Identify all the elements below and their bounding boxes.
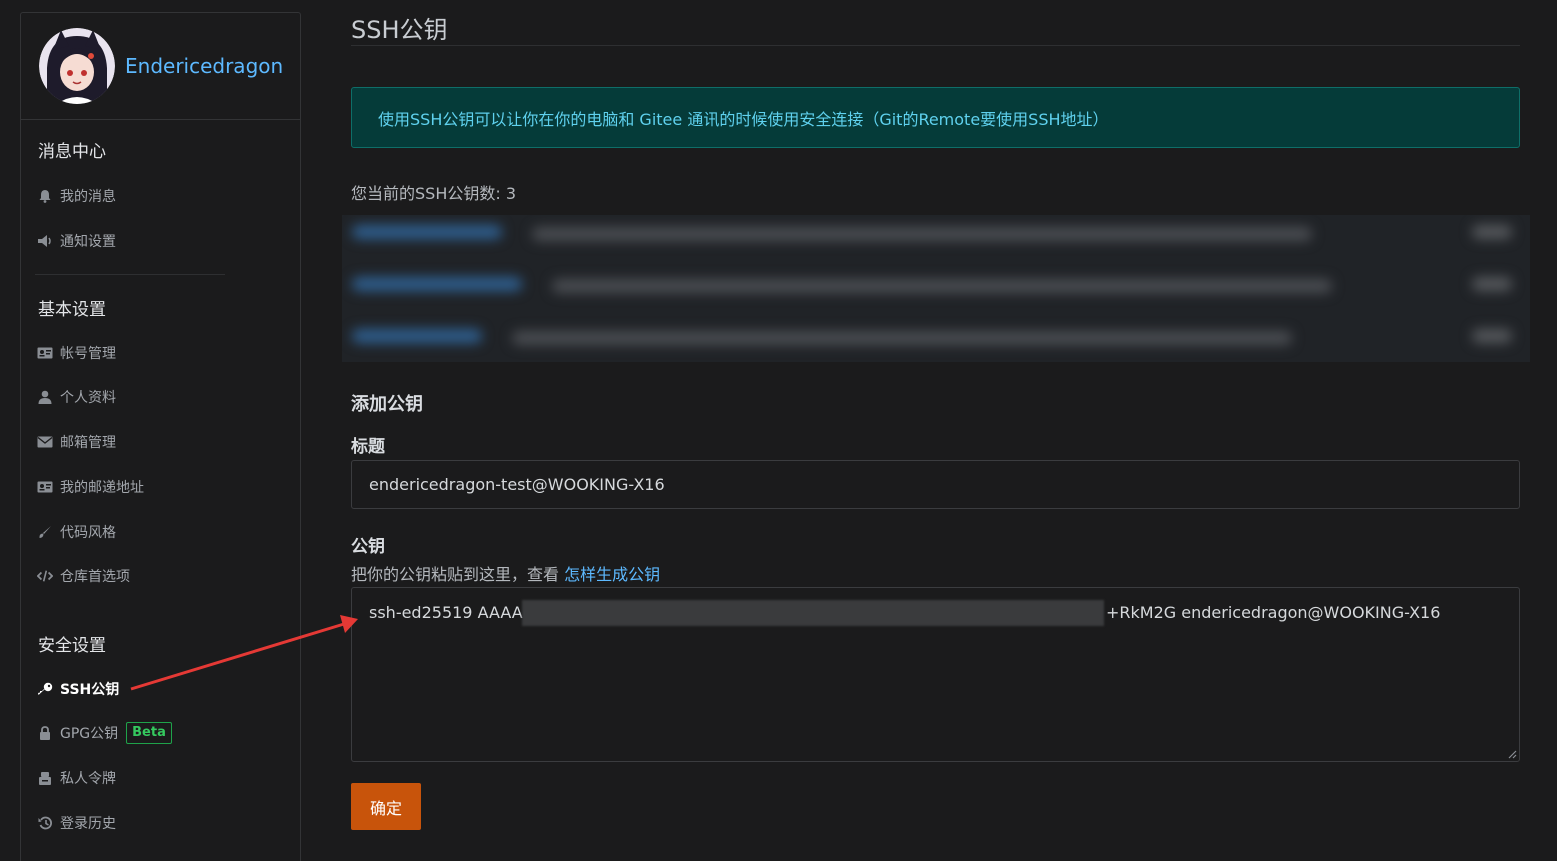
id-card-icon bbox=[37, 345, 53, 361]
sidebar-item-address[interactable]: 我的邮递地址 bbox=[37, 477, 144, 497]
sidebar-item-label: 仓库首选项 bbox=[60, 569, 130, 585]
sidebar-item-label: GPG公钥 bbox=[60, 726, 119, 742]
divider bbox=[35, 274, 225, 275]
title-label: 标题 bbox=[351, 437, 385, 457]
sidebar-item-repo-preferences[interactable]: 仓库首选项 bbox=[37, 566, 130, 586]
sidebar-item-label: 代码风格 bbox=[60, 525, 116, 541]
submit-button[interactable]: 确定 bbox=[351, 783, 421, 830]
sidebar-item-gpg-keys[interactable]: GPG公钥 Beta bbox=[37, 722, 172, 744]
sidebar-item-label: 邮箱管理 bbox=[60, 435, 116, 451]
sidebar-item-email[interactable]: 邮箱管理 bbox=[37, 432, 116, 452]
info-alert: 使用SSH公钥可以让你在你的电脑和 Gitee 通讯的时候使用安全连接（Git的… bbox=[351, 87, 1520, 148]
redaction-mask bbox=[522, 600, 1104, 626]
sidebar-item-label: SSH公钥 bbox=[60, 682, 120, 698]
key-value-start: ssh-ed25519 AAAA( bbox=[369, 603, 529, 622]
profile-header: Endericedragon bbox=[21, 13, 300, 120]
sidebar-item-profile[interactable]: 个人资料 bbox=[37, 387, 116, 407]
brush-icon bbox=[37, 524, 53, 540]
public-key-textarea[interactable]: ssh-ed25519 AAAA( +RkM2G endericedragon@… bbox=[351, 587, 1520, 762]
bell-icon bbox=[37, 188, 53, 204]
sidebar-item-ssh-keys[interactable]: SSH公钥 bbox=[37, 679, 119, 699]
sidebar-item-label: 帐号管理 bbox=[60, 346, 116, 362]
megaphone-icon bbox=[37, 233, 53, 249]
token-icon bbox=[37, 770, 53, 786]
username[interactable]: Endericedragon bbox=[125, 54, 283, 78]
sidebar-item-code-style[interactable]: 代码风格 bbox=[37, 522, 116, 542]
history-icon bbox=[37, 815, 53, 831]
sidebar-item-notification-settings[interactable]: 通知设置 bbox=[37, 231, 116, 251]
key-icon bbox=[37, 681, 53, 697]
section-title-security: 安全设置 bbox=[38, 636, 106, 656]
key-count: 您当前的SSH公钥数: 3 bbox=[351, 184, 517, 203]
key-label: 公钥 bbox=[351, 537, 385, 557]
blurred-key-list bbox=[342, 215, 1530, 362]
avatar[interactable] bbox=[39, 28, 115, 104]
beta-badge: Beta bbox=[126, 722, 172, 744]
code-icon bbox=[37, 568, 53, 584]
settings-sidebar: Endericedragon 消息中心 我的消息 通知设置 基本设置 帐号管理 … bbox=[20, 12, 301, 861]
sidebar-item-private-tokens[interactable]: 私人令牌 bbox=[37, 768, 116, 788]
resize-handle-icon[interactable] bbox=[1507, 749, 1517, 759]
key-title-input[interactable] bbox=[351, 460, 1520, 509]
divider bbox=[351, 45, 1520, 46]
page-title: SSH公钥 bbox=[351, 16, 448, 44]
key-hint: 把你的公钥粘贴到这里，查看 怎样生成公钥 bbox=[351, 561, 660, 585]
section-title-basic: 基本设置 bbox=[38, 300, 106, 320]
add-key-heading: 添加公钥 bbox=[351, 394, 423, 415]
envelope-icon bbox=[37, 434, 53, 450]
address-card-icon bbox=[37, 479, 53, 495]
user-icon bbox=[37, 389, 53, 405]
key-value-end: +RkM2G endericedragon@WOOKING-X16 bbox=[1106, 603, 1441, 622]
section-title-messages: 消息中心 bbox=[38, 142, 106, 162]
sidebar-item-account[interactable]: 帐号管理 bbox=[37, 343, 116, 363]
how-to-generate-key-link[interactable]: 怎样生成公钥 bbox=[564, 565, 660, 584]
sidebar-item-label: 私人令牌 bbox=[60, 771, 116, 787]
sidebar-item-label: 个人资料 bbox=[60, 390, 116, 406]
sidebar-item-label: 我的消息 bbox=[60, 189, 116, 205]
sidebar-item-label: 我的邮递地址 bbox=[60, 480, 144, 496]
sidebar-item-my-messages[interactable]: 我的消息 bbox=[37, 186, 116, 206]
sidebar-item-login-history[interactable]: 登录历史 bbox=[37, 813, 116, 833]
sidebar-item-label: 登录历史 bbox=[60, 816, 116, 832]
sidebar-item-label: 通知设置 bbox=[60, 234, 116, 250]
key-hint-text: 把你的公钥粘贴到这里，查看 bbox=[351, 565, 565, 584]
alert-text: 使用SSH公钥可以让你在你的电脑和 Gitee 通讯的时候使用安全连接（Git的… bbox=[378, 109, 1109, 129]
lock-icon bbox=[37, 725, 53, 741]
